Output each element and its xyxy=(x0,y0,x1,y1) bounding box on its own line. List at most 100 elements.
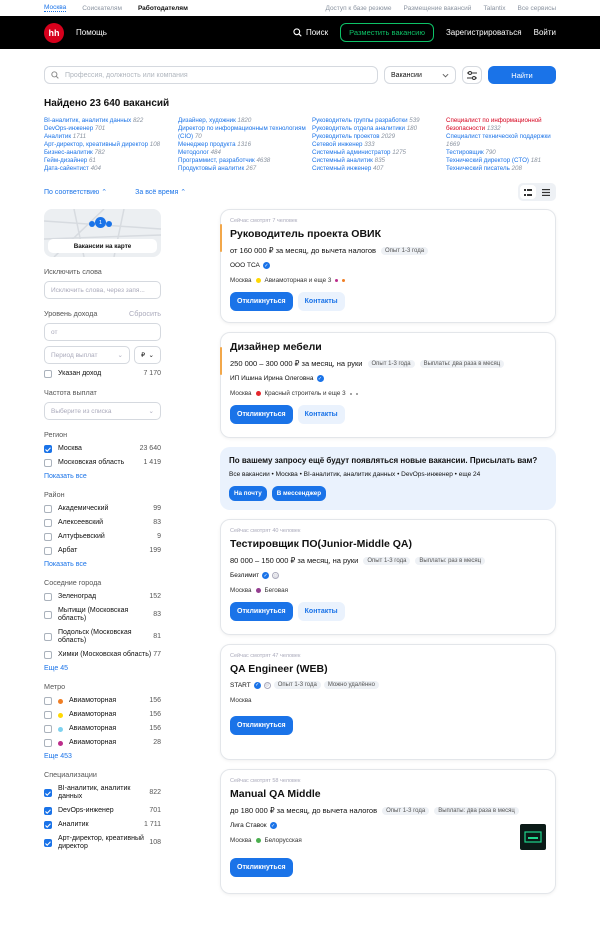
checkbox[interactable] xyxy=(44,711,52,719)
vacancy-title[interactable]: Тестировщик ПО(Junior-Middle QA) xyxy=(230,538,546,550)
post-vacancy-button[interactable]: Разместить вакансию xyxy=(340,23,434,42)
login-link[interactable]: Войти xyxy=(534,28,556,37)
respond-button[interactable]: Откликнуться xyxy=(230,405,293,424)
checkbox-checked[interactable] xyxy=(44,807,52,815)
profession-link[interactable]: Специалист по информационной безопасност… xyxy=(446,117,556,133)
nearby-city-checkbox[interactable]: Подольск (Московская область) 81 xyxy=(44,629,161,645)
search-scope-select[interactable]: Вакансии xyxy=(384,66,456,84)
specialization-checkbox[interactable]: DevOps-инженер 701 xyxy=(44,807,161,815)
checkbox[interactable] xyxy=(44,505,52,513)
exclude-words-input[interactable]: Исключить слова, через запя... xyxy=(44,281,161,299)
checkbox[interactable] xyxy=(44,547,52,555)
vacancy-title[interactable]: Руководитель проекта ОВИК xyxy=(230,228,546,240)
profession-link[interactable]: Руководитель группы разработки 539 xyxy=(312,117,446,125)
vacancy-card[interactable]: Сейчас смотрят 40 человек Тестировщик ПО… xyxy=(220,519,556,635)
company-name[interactable]: Лига Ставок xyxy=(230,822,267,829)
contacts-button[interactable]: Контакты xyxy=(297,292,345,311)
nearby-city-checkbox[interactable]: Мытищи (Московская область) 83 xyxy=(44,607,161,623)
advanced-filter-button[interactable] xyxy=(462,66,482,84)
profession-link[interactable]: Аналитик 1711 xyxy=(44,133,178,141)
contacts-button[interactable]: Контакты xyxy=(297,602,345,621)
header-search-button[interactable]: Поиск xyxy=(293,28,328,37)
employers-link[interactable]: Работодателям xyxy=(138,5,188,12)
vacancy-card[interactable]: Сейчас смотрят 58 человек Manual QA Midd… xyxy=(220,769,556,894)
income-specified-checkbox[interactable]: Указан доход 7 170 xyxy=(44,370,161,378)
profession-link[interactable]: Продуктовый аналитик 267 xyxy=(178,165,312,173)
payment-period-select[interactable]: Период выплат ⌄ xyxy=(44,346,130,364)
profession-link[interactable]: Менеджер продукта 1316 xyxy=(178,141,312,149)
vacancies-on-map-button[interactable]: Вакансии на карте xyxy=(48,239,157,253)
metro-checkbox[interactable]: Авиамоторная 28 xyxy=(44,739,161,747)
city-selector[interactable]: Москва xyxy=(44,4,67,12)
profession-link[interactable]: Системный инженер 407 xyxy=(312,165,446,173)
checkbox[interactable] xyxy=(44,459,52,467)
nearby-city-checkbox[interactable]: Химки (Московская область) 77 xyxy=(44,651,161,659)
profession-link[interactable]: Методолог 484 xyxy=(178,149,312,157)
checkbox[interactable] xyxy=(44,651,52,659)
profession-link[interactable]: Технический директор (CTO) 181 xyxy=(446,157,556,165)
map-preview[interactable]: 1 Вакансии на карте xyxy=(44,209,161,257)
contacts-button[interactable]: Контакты xyxy=(297,405,345,424)
specialization-checkbox[interactable]: BI-аналитик, аналитик данных 822 xyxy=(44,785,161,801)
more-nearby-link[interactable]: Еще 45 xyxy=(44,665,161,672)
reset-income-button[interactable]: Сбросить xyxy=(129,309,161,318)
hh-logo[interactable]: hh xyxy=(44,22,64,43)
checkbox[interactable] xyxy=(44,533,52,541)
seekers-link[interactable]: Соискателям xyxy=(82,5,122,12)
profession-link[interactable]: Дизайнер, художник 1820 xyxy=(178,117,312,125)
list-view-button[interactable] xyxy=(520,185,536,199)
checkbox[interactable] xyxy=(44,519,52,527)
resume-db-link[interactable]: Доступ к базе резюме xyxy=(325,5,391,12)
district-checkbox[interactable]: Алтуфьевский 9 xyxy=(44,533,161,541)
profession-link[interactable]: Технический писатель 208 xyxy=(446,165,556,173)
company-logo[interactable] xyxy=(520,824,546,850)
company-name[interactable]: Безлимит xyxy=(230,572,259,579)
register-link[interactable]: Зарегистрироваться xyxy=(446,28,522,37)
checkbox-checked[interactable] xyxy=(44,821,52,829)
profession-link[interactable]: Дата-сайентист 404 xyxy=(44,165,178,173)
checkbox[interactable] xyxy=(44,739,52,747)
talantix-link[interactable]: Talantix xyxy=(483,5,505,12)
nearby-city-checkbox[interactable]: Зеленоград 152 xyxy=(44,593,161,601)
metro-checkbox[interactable]: Авиамоторная 156 xyxy=(44,697,161,705)
vacancy-card[interactable]: Сейчас смотрят 7 человек Руководитель пр… xyxy=(220,209,556,323)
company-name[interactable]: ООО ТСА xyxy=(230,262,260,269)
checkbox[interactable] xyxy=(44,633,52,641)
region-checkbox[interactable]: Москва 23 640 xyxy=(44,445,161,453)
checkbox-checked[interactable] xyxy=(44,839,52,847)
respond-button[interactable]: Откликнуться xyxy=(230,292,293,311)
profession-link[interactable]: DevOps-инженер 701 xyxy=(44,125,178,133)
sort-order-select[interactable]: По соответствию ⌃ xyxy=(44,188,107,196)
checkbox-checked[interactable] xyxy=(44,789,52,797)
respond-button[interactable]: Откликнуться xyxy=(230,602,293,621)
profession-link[interactable]: Системный аналитик 835 xyxy=(312,157,446,165)
checkbox-checked[interactable] xyxy=(44,445,52,453)
district-checkbox[interactable]: Академический 99 xyxy=(44,505,161,513)
vacancy-card[interactable]: Сейчас смотрят 47 человек QA Engineer (W… xyxy=(220,644,556,760)
metro-checkbox[interactable]: Авиамоторная 156 xyxy=(44,711,161,719)
respond-button[interactable]: Откликнуться xyxy=(230,716,293,735)
vacancy-card[interactable]: Дизайнер мебели 250 000 – 300 000 ₽ за м… xyxy=(220,332,556,438)
profession-link[interactable]: Тестировщик 790 xyxy=(446,149,556,157)
checkbox[interactable] xyxy=(44,370,52,378)
messenger-subscribe-button[interactable]: В мессенджер xyxy=(271,486,327,501)
profession-link[interactable]: Бизнес-аналитик 782 xyxy=(44,149,178,157)
specialization-checkbox[interactable]: Аналитик 1 711 xyxy=(44,821,161,829)
all-services-link[interactable]: Все сервисы xyxy=(518,5,557,12)
show-all-districts-link[interactable]: Показать все xyxy=(44,561,161,568)
post-vacancies-link[interactable]: Размещение вакансий xyxy=(403,5,471,12)
email-subscribe-button[interactable]: На почту xyxy=(229,486,267,501)
district-checkbox[interactable]: Арбат 199 xyxy=(44,547,161,555)
checkbox[interactable] xyxy=(44,725,52,733)
checkbox[interactable] xyxy=(44,611,52,619)
specialization-checkbox[interactable]: Арт-директор, креативный директор 108 xyxy=(44,835,161,851)
payment-frequency-select[interactable]: Выберите из списка ⌄ xyxy=(44,402,161,420)
profession-link[interactable]: Сетевой инженер 333 xyxy=(312,141,446,149)
company-name[interactable]: ИП Ишина Ирина Олеговна xyxy=(230,375,314,382)
vacancy-title[interactable]: Дизайнер мебели xyxy=(230,341,546,353)
region-checkbox[interactable]: Московская область 1 419 xyxy=(44,459,161,467)
profession-link[interactable]: BI-аналитик, аналитик данных 822 xyxy=(44,117,178,125)
metro-checkbox[interactable]: Авиамоторная 156 xyxy=(44,725,161,733)
profession-link[interactable]: Программист, разработчик 4638 xyxy=(178,157,312,165)
show-all-regions-link[interactable]: Показать все xyxy=(44,473,161,480)
